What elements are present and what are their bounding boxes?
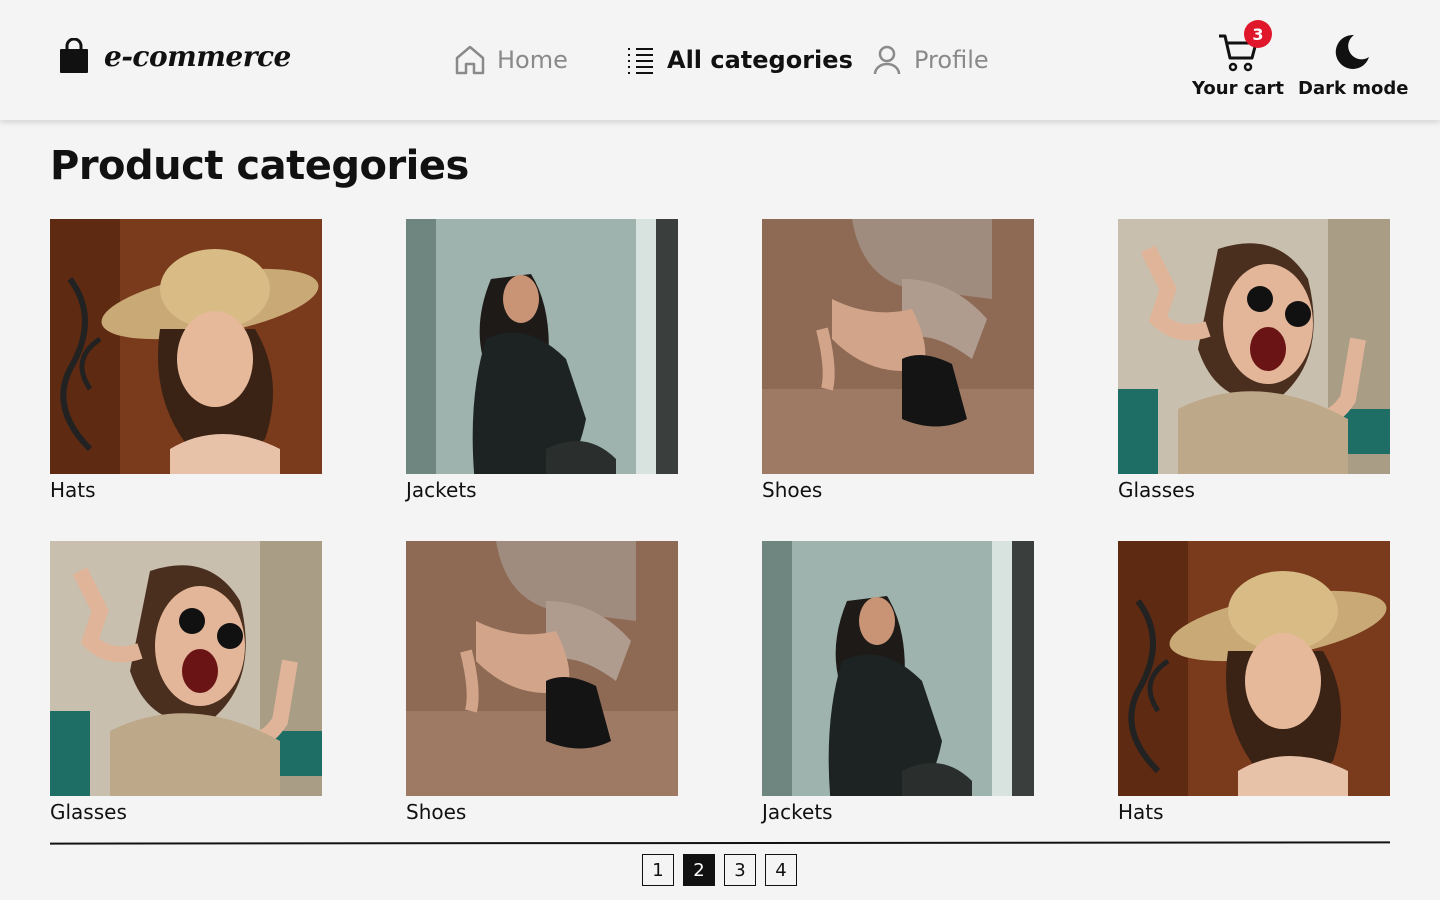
category-image[interactable] <box>50 219 322 474</box>
cart-label: Your cart <box>1192 78 1285 99</box>
divider <box>49 841 1391 845</box>
user-icon <box>873 45 901 75</box>
category-image[interactable] <box>406 219 678 474</box>
dark-mode-toggle[interactable]: Dark mode <box>1298 30 1409 99</box>
nav-profile[interactable]: Profile <box>870 38 989 82</box>
nav-all-categories[interactable]: All categories <box>623 38 853 82</box>
nav-home[interactable]: Home <box>453 38 568 82</box>
category-image[interactable] <box>762 219 1034 474</box>
brand-logo[interactable]: e-commerce <box>58 38 291 74</box>
page-2-button[interactable]: 2 <box>683 854 715 886</box>
page-4-button[interactable]: 4 <box>765 854 797 886</box>
category-card-glasses[interactable]: Glasses <box>1118 219 1390 509</box>
category-label: Jackets <box>406 478 477 502</box>
category-label: Shoes <box>762 478 823 502</box>
category-image[interactable] <box>762 541 1034 796</box>
top-header: e-commerce Home All categories Profile 3… <box>0 0 1440 120</box>
shopping-bag-icon <box>60 38 88 73</box>
category-image[interactable] <box>1118 541 1390 796</box>
nav-home-label: Home <box>497 46 568 74</box>
category-image[interactable] <box>50 541 322 796</box>
moon-icon <box>1335 34 1369 69</box>
category-label: Hats <box>50 478 96 502</box>
brand-name: e-commerce <box>104 39 291 73</box>
page-title: Product categories <box>50 143 469 189</box>
category-card-jackets[interactable]: Jackets <box>406 219 678 509</box>
page-1-button[interactable]: 1 <box>642 854 674 886</box>
category-label: Jackets <box>762 800 833 824</box>
cart-count-badge: 3 <box>1244 20 1272 48</box>
home-icon <box>455 45 485 75</box>
cart-button[interactable]: 3 Your cart <box>1192 20 1285 99</box>
list-icon <box>628 48 653 74</box>
dark-mode-label: Dark mode <box>1298 78 1409 99</box>
category-label: Glasses <box>1118 478 1195 502</box>
category-label: Shoes <box>406 800 467 824</box>
category-image[interactable] <box>406 541 678 796</box>
nav-profile-label: Profile <box>914 46 989 74</box>
category-image[interactable] <box>1118 219 1390 474</box>
pagination: 1234 <box>642 854 797 886</box>
category-card-hats[interactable]: Hats <box>50 219 322 509</box>
page-3-button[interactable]: 3 <box>724 854 756 886</box>
category-card-shoes[interactable]: Shoes <box>406 541 678 831</box>
category-label: Hats <box>1118 800 1164 824</box>
category-card-glasses[interactable]: Glasses <box>50 541 322 831</box>
category-label: Glasses <box>50 800 127 824</box>
category-card-hats[interactable]: Hats <box>1118 541 1390 831</box>
category-card-jackets[interactable]: Jackets <box>762 541 1034 831</box>
nav-categories-label: All categories <box>667 46 853 74</box>
category-card-shoes[interactable]: Shoes <box>762 219 1034 509</box>
